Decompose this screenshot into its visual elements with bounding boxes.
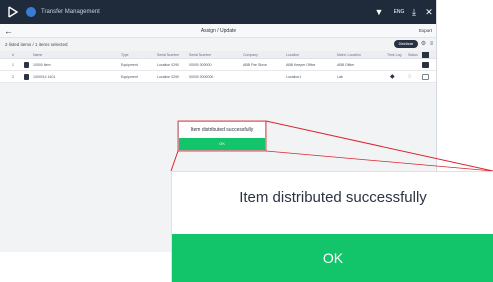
item-company: 00000 000000 [189, 63, 212, 67]
column-header[interactable]: Location [286, 52, 299, 58]
selection-count: 2 listed items / 1 items selected [5, 42, 68, 47]
settings-icon[interactable]: ⚙ [420, 40, 427, 48]
sub-header: ← Assign / Update Export [0, 24, 436, 38]
distribute-button[interactable]: Distribute [394, 40, 418, 48]
column-header[interactable]: Company [243, 52, 258, 58]
tag-icon[interactable]: ◆ [390, 73, 395, 81]
item-serial: Location 0290 [157, 63, 179, 67]
row-number: 2 [12, 75, 14, 79]
dialog-message: Item distributed successfully [190, 127, 254, 133]
item-maint-location: ABB Office [337, 63, 355, 67]
menu-icon[interactable]: ≡ [428, 40, 435, 48]
item-company: 00000 0000000 [189, 75, 214, 79]
download-icon[interactable]: ⤓ [409, 6, 419, 18]
filter-icon[interactable]: ▼ [374, 6, 384, 18]
column-header[interactable]: Serial Number [157, 52, 179, 58]
dialog-message-zoomed: Item distributed successfully [239, 189, 427, 206]
item-company-2: ABB Fire Stove [243, 63, 267, 67]
language-selector[interactable]: ENG [391, 6, 407, 18]
select-all-checkbox[interactable] [422, 52, 429, 58]
app-icon [26, 7, 36, 17]
items-table: # Name Type Serial Number Serial Number … [0, 51, 436, 83]
item-location: Location1 [286, 75, 302, 79]
page-title: Assign / Update [200, 28, 237, 34]
item-serial: Location 0290 [157, 75, 179, 79]
top-bar: Transfer Management ▼ ENG ⤓ ✕ [0, 0, 436, 24]
item-type: Equipment [121, 75, 138, 79]
column-header[interactable]: Name [33, 52, 42, 58]
ok-button-zoomed[interactable]: OK [172, 234, 493, 282]
table-row[interactable]: 2 1000014 1401 Equipment Location 0290 0… [0, 71, 436, 83]
chat-icon[interactable]: ◌ [408, 73, 412, 81]
app-title: Transfer Management [41, 9, 100, 15]
column-header[interactable]: Type [121, 52, 129, 58]
item-name: 10000 Item [33, 63, 51, 67]
column-header[interactable]: Status [408, 52, 418, 58]
item-type: Equipment [121, 63, 138, 67]
close-icon[interactable]: ✕ [424, 6, 434, 18]
column-header: # [12, 53, 14, 57]
row-checkbox[interactable] [422, 62, 429, 68]
column-header[interactable]: Time Log [387, 52, 401, 58]
row-number: 1 [12, 63, 14, 67]
app-logo-icon[interactable] [7, 6, 19, 18]
info-row: 2 listed items / 1 items selected Distri… [0, 38, 436, 50]
item-location: ABB Keeper Office [286, 63, 316, 67]
success-dialog-zoomed: Item distributed successfully OK [171, 171, 493, 282]
item-icon [24, 62, 29, 68]
item-name: 1000014 1401 [33, 75, 56, 79]
column-header[interactable]: Serial Number [189, 52, 211, 58]
success-dialog: Item distributed successfully OK [178, 121, 266, 151]
ok-button[interactable]: OK [179, 138, 265, 150]
column-header[interactable]: Maint. Location [337, 52, 361, 58]
item-icon [24, 74, 29, 80]
export-link[interactable]: Export [419, 27, 432, 35]
table-row[interactable]: 1 10000 Item Equipment Location 0290 000… [0, 59, 436, 71]
table-header: # Name Type Serial Number Serial Number … [0, 51, 436, 59]
item-maint-location: Lab [337, 75, 343, 79]
row-checkbox[interactable] [422, 74, 429, 80]
